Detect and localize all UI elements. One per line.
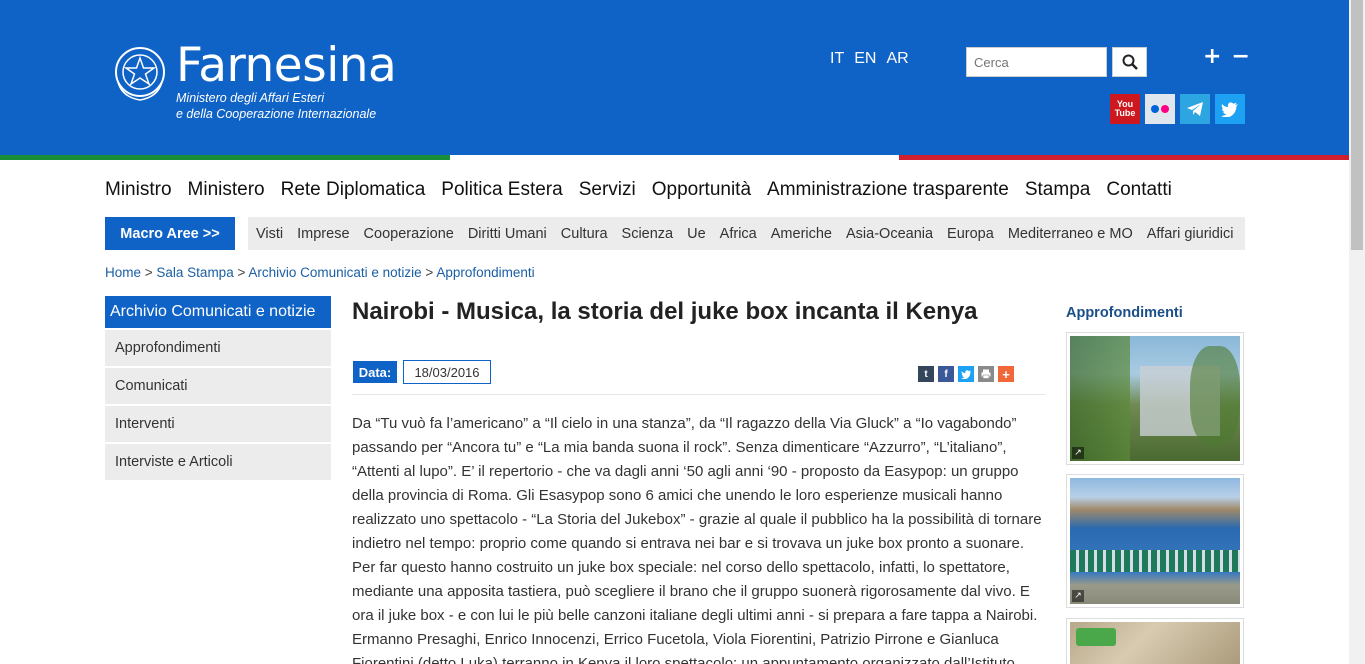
flag-stripe (0, 155, 1350, 160)
sidebar-item-interviste-articoli[interactable]: Interviste e Articoli (105, 444, 331, 480)
breadcrumb-approfondimenti[interactable]: Approfondimenti (436, 265, 534, 280)
zoom-in-button[interactable]: + (1203, 44, 1221, 69)
subnav-africa[interactable]: Africa (720, 226, 757, 242)
breadcrumb-separator: > (421, 265, 437, 280)
site-logo[interactable]: Farnesina Ministero degli Affari Esteri … (112, 38, 397, 122)
sidebar-menu: Approfondimenti Comunicati Interventi In… (105, 330, 331, 482)
sidebar-item-comunicati[interactable]: Comunicati (105, 368, 331, 404)
subnav-europa[interactable]: Europa (947, 226, 994, 242)
article-title: Nairobi - Musica, la storia del juke box… (352, 298, 978, 325)
related-title: Approfondimenti (1066, 305, 1183, 321)
search-button[interactable] (1112, 47, 1147, 77)
breadcrumb-sala-stampa[interactable]: Sala Stampa (156, 265, 233, 280)
twitter-share-icon[interactable] (958, 366, 974, 382)
youtube-icon[interactable]: You Tube (1110, 94, 1140, 124)
expand-icon: ↗ (1072, 447, 1084, 459)
font-size-controls: + − (1203, 44, 1250, 69)
search-icon (1122, 54, 1138, 70)
macro-aree-subnav: Visti Imprese Cooperazione Diritti Umani… (248, 217, 1245, 250)
subnav-imprese[interactable]: Imprese (297, 226, 349, 242)
lang-ar[interactable]: AR (886, 50, 908, 68)
subnav-visti[interactable]: Visti (256, 226, 283, 242)
social-links: You Tube (1110, 94, 1245, 124)
logo-subtitle-2: e della Cooperazione Internazionale (176, 107, 377, 121)
subnav-mediterraneo-mo[interactable]: Mediterraneo e MO (1008, 226, 1133, 242)
tumblr-icon[interactable]: t (918, 366, 934, 382)
sidebar-title[interactable]: Archivio Comunicati e notizie (105, 296, 331, 328)
related-thumbnail-1[interactable]: ↗ (1066, 332, 1244, 465)
logo-title: Farnesina (176, 38, 397, 93)
lang-en[interactable]: EN (854, 50, 876, 68)
scrollbar-thumb[interactable] (1351, 0, 1363, 250)
macro-aree-button[interactable]: Macro Aree >> (105, 217, 235, 250)
article-body: Da “Tu vuò fa l’americano” a “Il cielo i… (352, 415, 1042, 664)
site-header: Farnesina Ministero degli Affari Esteri … (0, 0, 1349, 155)
breadcrumb-separator: > (233, 265, 249, 280)
nav-politica-estera[interactable]: Politica Estera (441, 179, 562, 201)
twitter-icon[interactable] (1215, 94, 1245, 124)
nav-opportunita[interactable]: Opportunità (652, 179, 751, 201)
flickr-icon[interactable] (1145, 94, 1175, 124)
lang-it[interactable]: IT (830, 50, 844, 68)
page-scrollbar[interactable] (1349, 0, 1365, 664)
subnav-asia-oceania[interactable]: Asia-Oceania (846, 226, 933, 242)
print-icon[interactable] (978, 366, 994, 382)
expand-icon: ↗ (1072, 590, 1084, 602)
zoom-out-button[interactable]: − (1231, 44, 1249, 69)
breadcrumb: Home > Sala Stampa > Archivio Comunicati… (105, 265, 535, 280)
breadcrumb-archivio[interactable]: Archivio Comunicati e notizie (248, 265, 421, 280)
republic-emblem-icon (115, 47, 165, 101)
nav-ministero[interactable]: Ministero (188, 179, 265, 201)
subnav-americhe[interactable]: Americhe (771, 226, 832, 242)
nav-amministrazione-trasparente[interactable]: Amministrazione trasparente (767, 179, 1009, 201)
share-buttons: t f + (918, 366, 1014, 382)
related-thumbnail-2[interactable]: ↗ (1066, 474, 1244, 608)
main-navigation: Ministro Ministero Rete Diplomatica Poli… (105, 179, 1172, 201)
telegram-icon[interactable] (1180, 94, 1210, 124)
divider (352, 394, 1045, 395)
thumbnail-image (1070, 622, 1240, 664)
sidebar-item-approfondimenti[interactable]: Approfondimenti (105, 330, 331, 366)
thumbnail-image: ↗ (1070, 336, 1240, 461)
related-thumbnail-3[interactable] (1066, 618, 1244, 664)
subnav-cooperazione[interactable]: Cooperazione (364, 226, 454, 242)
subnav-affari-giuridici[interactable]: Affari giuridici (1147, 226, 1234, 242)
subnav-ue[interactable]: Ue (687, 226, 706, 242)
subnav-scienza[interactable]: Scienza (622, 226, 674, 242)
nav-servizi[interactable]: Servizi (579, 179, 636, 201)
breadcrumb-separator: > (141, 265, 157, 280)
nav-stampa[interactable]: Stampa (1025, 179, 1090, 201)
sidebar-item-interventi[interactable]: Interventi (105, 406, 331, 442)
date-value: 18/03/2016 (403, 360, 491, 384)
nav-rete-diplomatica[interactable]: Rete Diplomatica (281, 179, 426, 201)
language-switcher: IT EN AR (830, 50, 909, 68)
date-label: Data: (353, 361, 397, 383)
subnav-diritti-umani[interactable]: Diritti Umani (468, 226, 547, 242)
facebook-icon[interactable]: f (938, 366, 954, 382)
subnav-cultura[interactable]: Cultura (561, 226, 608, 242)
breadcrumb-home[interactable]: Home (105, 265, 141, 280)
thumbnail-image: ↗ (1070, 478, 1240, 604)
nav-contatti[interactable]: Contatti (1106, 179, 1171, 201)
search-input[interactable] (966, 47, 1107, 77)
more-icon[interactable]: + (998, 366, 1014, 382)
nav-ministro[interactable]: Ministro (105, 179, 172, 201)
search-form (966, 47, 1147, 77)
